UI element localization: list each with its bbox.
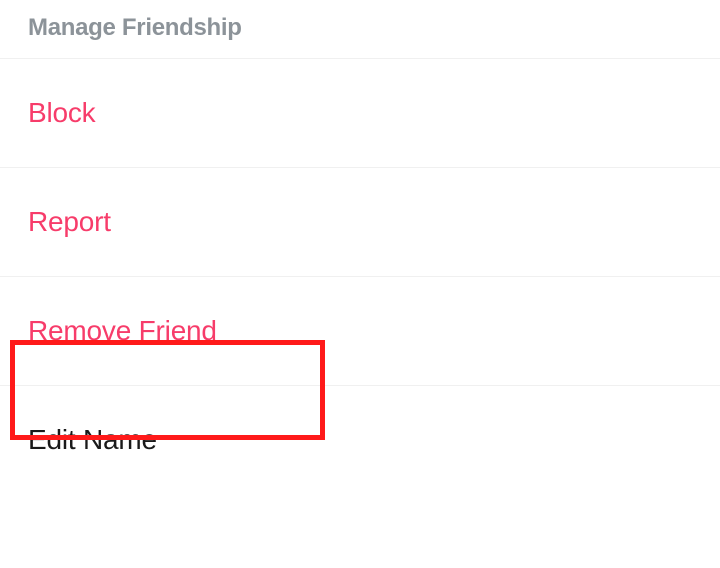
menu-item-label: Edit Name — [28, 424, 157, 455]
edit-name-button[interactable]: Edit Name — [0, 385, 720, 494]
menu-item-label: Block — [28, 97, 95, 128]
block-button[interactable]: Block — [0, 58, 720, 167]
menu-list: Block Report Remove Friend Edit Name — [0, 58, 720, 494]
menu-item-label: Report — [28, 206, 111, 237]
section-header: Manage Friendship — [0, 0, 720, 58]
menu-item-label: Remove Friend — [28, 315, 217, 346]
remove-friend-button[interactable]: Remove Friend — [0, 276, 720, 385]
report-button[interactable]: Report — [0, 167, 720, 276]
